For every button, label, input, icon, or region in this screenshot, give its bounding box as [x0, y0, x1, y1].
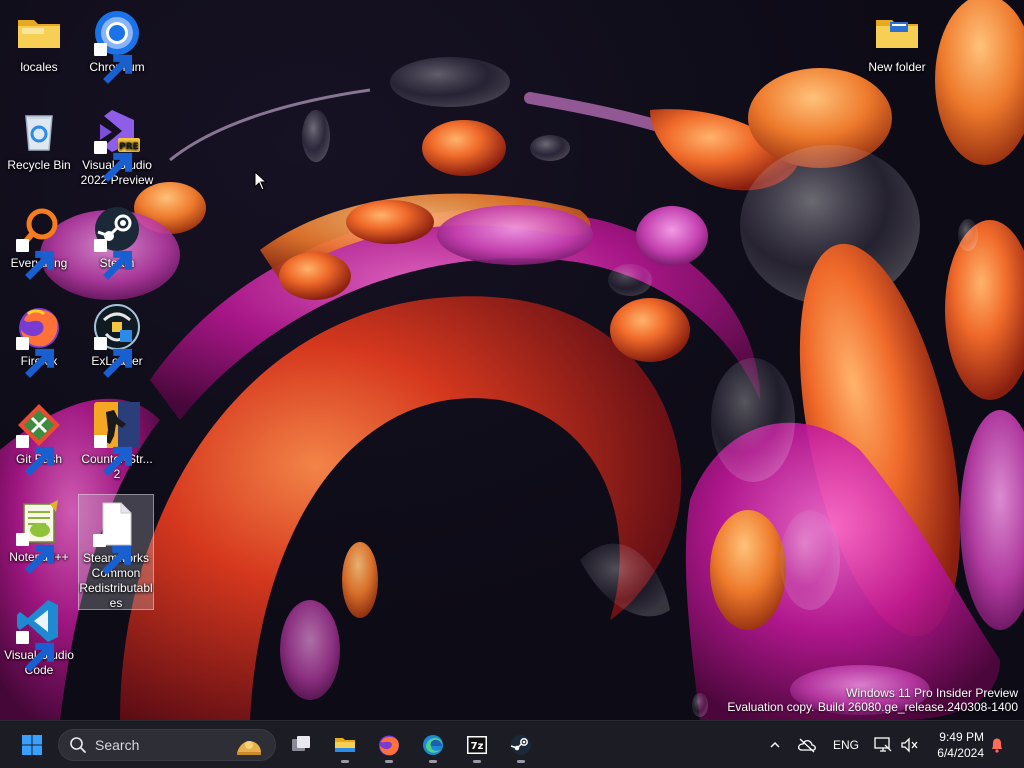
desktop-icon-counter-strike[interactable]: Counter-Str... 2 [79, 396, 155, 482]
taskbar-7zip[interactable]: 7z [457, 725, 497, 765]
input-language-button[interactable]: ENG [826, 731, 866, 759]
shortcut-arrow-icon [94, 43, 133, 84]
start-button[interactable] [12, 725, 52, 765]
folder-icon [14, 8, 64, 58]
desktop-icon-locales[interactable]: locales [1, 4, 77, 75]
shortcut-arrow-icon [16, 631, 55, 672]
steam-icon [509, 733, 533, 757]
mouse-cursor-icon [254, 171, 268, 191]
volume-muted-icon [900, 737, 918, 753]
desktop-icon-visual-studio-preview[interactable]: PRE Visual Studio 2022 Preview [79, 102, 155, 188]
network-tray-button[interactable] [872, 731, 894, 759]
desktop-icon-git-bash[interactable]: Git Bash [1, 396, 77, 476]
desktop-icon-chromium[interactable]: Chromium [79, 4, 155, 84]
shortcut-arrow-icon [94, 239, 133, 280]
desktop-icon-vscode[interactable]: Visual Studio Code [1, 592, 77, 678]
clock-time: 9:49 PM [939, 730, 984, 744]
taskbar-steam[interactable] [501, 725, 541, 765]
svg-text:7z: 7z [471, 741, 484, 752]
taskbar-clock[interactable]: 9:49 PM 6/4/2024 [937, 729, 984, 761]
show-hidden-icons-button[interactable] [764, 731, 786, 759]
search-placeholder: Search [95, 737, 140, 753]
taskbar: Search 7z ENG 9:49 PM 6/4/2024 [0, 720, 1024, 768]
task-view-button[interactable] [281, 725, 321, 765]
notifications-button[interactable] [986, 731, 1008, 759]
volume-tray-button[interactable] [898, 731, 920, 759]
cloud-offline-icon [797, 737, 817, 753]
shortcut-arrow-icon [16, 239, 55, 280]
desktop-icon-firefox[interactable]: Firefox [1, 298, 77, 378]
desktop-icon-label: locales [20, 60, 58, 74]
desktop-icon-steam[interactable]: Steam [79, 200, 155, 280]
7zip-icon: 7z [465, 733, 489, 757]
desktop-icon-new-folder[interactable]: New folder [859, 4, 935, 75]
clock-date: 6/4/2024 [937, 746, 984, 760]
shortcut-arrow-icon [93, 534, 132, 575]
taskbar-firefox[interactable] [369, 725, 409, 765]
onedrive-tray-button[interactable] [794, 731, 820, 759]
firefox-icon [377, 733, 401, 757]
desktop-icon-label: New folder [868, 60, 926, 74]
folder-icon [872, 8, 922, 58]
desktop-icon-steamworks-redistributables[interactable]: Steamworks Common Redistributables [78, 494, 154, 610]
network-monitor-icon [874, 737, 892, 753]
shortcut-arrow-icon [94, 141, 133, 182]
desktop[interactable]: locales Chromium Recycle Bin PRE Visual … [0, 0, 1024, 720]
file-explorer-icon [333, 733, 357, 757]
shortcut-arrow-icon [16, 533, 55, 574]
taskbar-search-box[interactable]: Search [58, 729, 276, 761]
shortcut-arrow-icon [94, 435, 133, 476]
watermark-edition: Windows 11 Pro Insider Preview [846, 686, 1018, 700]
windows-logo-icon [20, 733, 44, 757]
desktop-icon-exloader[interactable]: ExLoader [79, 298, 155, 378]
edge-icon [421, 733, 445, 757]
taskbar-file-explorer[interactable] [325, 725, 365, 765]
shortcut-arrow-icon [16, 337, 55, 378]
taskbar-edge[interactable] [413, 725, 453, 765]
recycle-bin-icon [14, 106, 64, 156]
chevron-up-icon [769, 739, 781, 751]
desktop-icon-label: Recycle Bin [7, 158, 71, 172]
search-icon [69, 736, 87, 754]
task-view-icon [289, 733, 313, 757]
desktop-icon-everything[interactable]: Everything [1, 200, 77, 280]
search-highlight-art-icon [237, 741, 261, 755]
desktop-icon-recycle-bin[interactable]: Recycle Bin [1, 102, 77, 173]
windows-evaluation-watermark: Windows 11 Pro Insider Preview Evaluatio… [727, 686, 1018, 714]
shortcut-arrow-icon [16, 435, 55, 476]
shortcut-arrow-icon [94, 337, 133, 378]
watermark-build: Evaluation copy. Build 26080.ge_release.… [727, 700, 1018, 714]
desktop-icon-notepad-plus-plus[interactable]: Notepad++ [1, 494, 77, 574]
bell-icon [989, 737, 1005, 753]
